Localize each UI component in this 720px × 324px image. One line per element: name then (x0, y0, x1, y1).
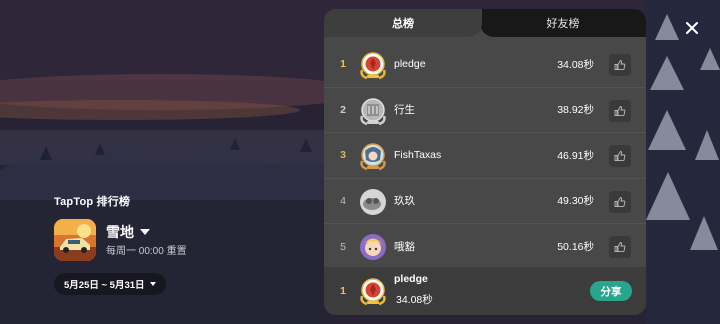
my-rank-number: 1 (340, 285, 346, 297)
leaderboard-panel: 好友榜 总榜 1 pledge 34.08秒 2 行生 38.92秒 3 Fis… (324, 9, 646, 315)
leaderboard-row: 1 pledge 34.08秒 (324, 42, 646, 88)
thumbs-up-icon (614, 242, 626, 253)
rank-number: 3 (340, 149, 346, 162)
close-icon[interactable] (683, 19, 701, 37)
thumbs-up-icon (614, 196, 626, 207)
player-name: pledge (394, 58, 426, 71)
game-selector[interactable]: 雪地 (106, 222, 150, 242)
leaderboard-row: 4 玖玖 49.30秒 (324, 179, 646, 224)
avatar-medal-gold (360, 52, 386, 80)
player-score: 49.30秒 (557, 195, 594, 208)
player-score: 50.16秒 (557, 241, 594, 254)
rank-number: 5 (340, 240, 346, 253)
avatar-medal-silver (360, 97, 386, 125)
my-rank-row: 1 pledge 34.08秒 分享 (324, 267, 646, 315)
like-button[interactable] (609, 236, 631, 258)
leaderboard-row: 2 行生 38.92秒 (324, 88, 646, 133)
leaderboard-list: 1 pledge 34.08秒 2 行生 38.92秒 3 FishTaxas … (324, 42, 646, 270)
like-button[interactable] (609, 99, 631, 122)
player-score: 38.92秒 (557, 104, 594, 117)
tab-global[interactable]: 总榜 (324, 9, 482, 37)
game-name: 雪地 (106, 224, 134, 240)
like-button[interactable] (609, 145, 631, 167)
date-range-selector[interactable]: 5月25日 ~ 5月31日 (54, 273, 166, 295)
avatar (360, 234, 386, 260)
date-range-label: 5月25日 ~ 5月31日 (64, 280, 145, 291)
rank-number: 2 (340, 103, 346, 116)
leaderboard-tabs: 好友榜 总榜 (324, 9, 646, 37)
thumbs-up-icon (614, 105, 626, 116)
avatar-medal-bronze (360, 143, 386, 171)
rank-number: 4 (340, 194, 346, 207)
like-button[interactable] (609, 190, 631, 213)
game-icon (54, 219, 96, 261)
avatar-medal-gold (360, 278, 386, 306)
like-button[interactable] (609, 54, 631, 76)
thumbs-up-icon (614, 60, 626, 71)
thumbs-up-icon (614, 151, 626, 162)
player-name: 玖玖 (394, 195, 415, 208)
player-score: 34.08秒 (557, 58, 594, 71)
leaderboard-row: 5 哦豁 50.16秒 (324, 224, 646, 270)
share-button[interactable]: 分享 (590, 281, 632, 301)
player-name: 行生 (394, 104, 415, 117)
player-name: 哦豁 (394, 241, 415, 254)
rank-number: 1 (340, 58, 346, 71)
leaderboard-row: 3 FishTaxas 46.91秒 (324, 133, 646, 179)
avatar (360, 188, 386, 215)
brand-title: TapTop 排行榜 (54, 196, 131, 208)
my-player-name: pledge (394, 273, 428, 285)
my-player-score: 34.08秒 (396, 294, 433, 306)
chevron-down-icon (149, 282, 156, 286)
reset-schedule-text: 每周一 00:00 重置 (106, 246, 187, 257)
chevron-down-icon (140, 229, 150, 235)
tab-friends[interactable]: 好友榜 (480, 9, 646, 37)
player-score: 46.91秒 (557, 149, 594, 162)
player-name: FishTaxas (394, 149, 442, 162)
